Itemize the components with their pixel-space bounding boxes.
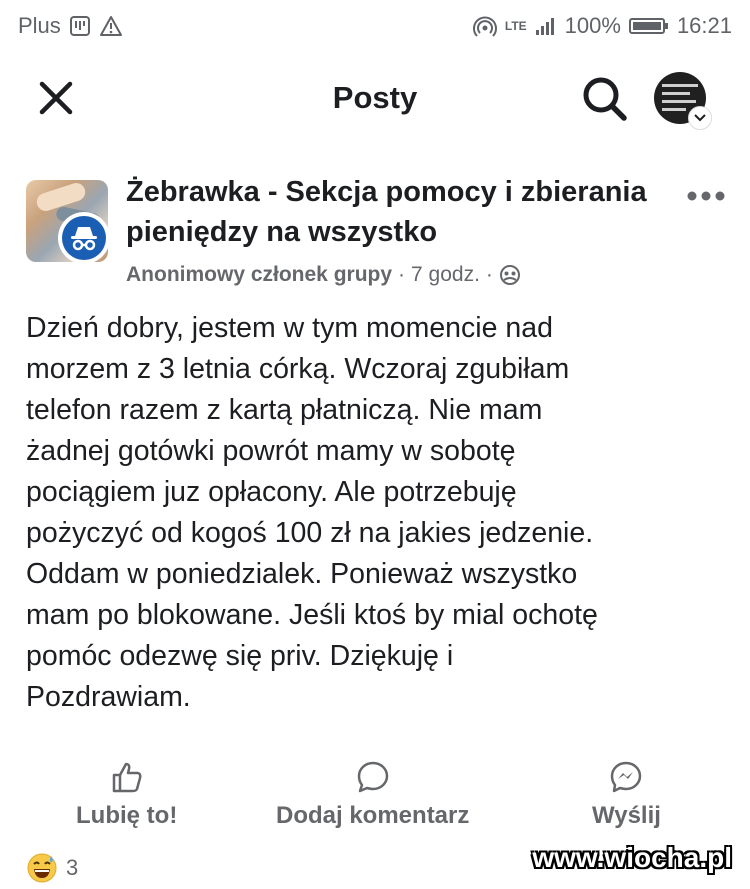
like-label: Lubię to!	[76, 802, 178, 829]
signal-icon	[535, 16, 557, 36]
post-body: Dzień dobry, jestem w tym momencie nad m…	[26, 312, 598, 713]
incognito-icon	[71, 227, 97, 251]
send-button[interactable]: Wyślij	[592, 760, 661, 830]
reaction-count: 3	[66, 855, 79, 880]
status-bar: Plus LTE 100% 16:21	[0, 0, 750, 52]
search-button[interactable]	[580, 74, 630, 124]
more-dots-icon	[687, 191, 725, 201]
battery-percent: 100%	[564, 13, 621, 38]
watermark: www.wiocha.pl	[532, 842, 732, 873]
meta-separator-2: ·	[485, 263, 493, 286]
search-icon	[583, 77, 627, 121]
send-label: Wyślij	[592, 802, 661, 829]
hotspot-icon	[472, 15, 497, 37]
warning-icon	[99, 15, 123, 37]
status-right: LTE 100% 16:21	[472, 13, 732, 39]
like-button[interactable]: Lubię to!	[76, 760, 177, 830]
author-name: Anonimowy członek grupy	[126, 263, 393, 286]
status-left: Plus	[18, 13, 123, 39]
comment-label: Dodaj komentarz	[276, 802, 470, 829]
top-app-bar: Posty	[0, 52, 750, 142]
post-meta: Anonimowy członek grupy · 7 godz. ·	[126, 260, 521, 290]
group-audience-icon	[499, 265, 520, 285]
thumbs-up-icon	[112, 762, 142, 793]
comment-bubble-icon	[357, 761, 388, 793]
anonymous-member-badge	[58, 212, 110, 264]
page-title: Posty	[332, 80, 418, 115]
clock: 16:21	[676, 13, 732, 38]
group-name-link[interactable]: Żebrawka - Sekcja pomocy i zbierania pie…	[126, 172, 666, 252]
messenger-icon	[611, 761, 642, 793]
sim-notification-icon	[69, 15, 91, 37]
grinning-sweat-emoji-icon	[27, 853, 57, 883]
carrier-name: Plus	[18, 13, 61, 38]
post-actions: Lubię to! Dodaj komentarz Wyślij	[0, 760, 750, 840]
battery-icon	[628, 16, 669, 36]
meta-separator: ·	[398, 263, 406, 286]
reactions-summary[interactable]: 3	[26, 852, 78, 884]
profile-button[interactable]	[654, 72, 712, 130]
network-type: LTE	[504, 19, 527, 33]
post-time[interactable]: 7 godz.	[411, 263, 480, 287]
chevron-down-icon	[688, 106, 712, 130]
more-options-button[interactable]	[684, 184, 728, 208]
comment-button[interactable]: Dodaj komentarz	[276, 760, 469, 830]
